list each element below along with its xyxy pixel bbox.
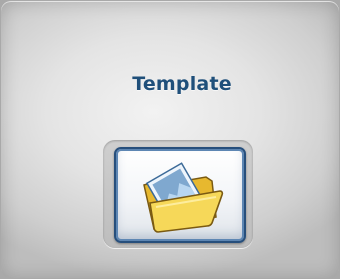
open-template-button[interactable]: [114, 147, 246, 243]
template-panel: Template: [1, 1, 339, 278]
panel-title: Template: [132, 73, 232, 95]
